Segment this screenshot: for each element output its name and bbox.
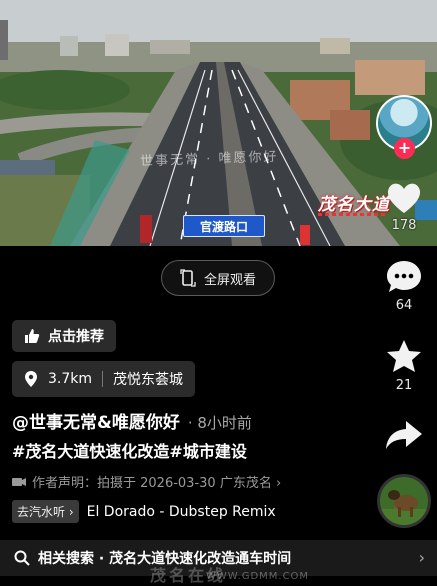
star-icon [387, 340, 421, 372]
music-title: El Dorado - Dubstep Remix [86, 503, 276, 520]
hashtags[interactable]: #茂名大道快速化改造#城市建设 [12, 438, 247, 462]
heart-icon [387, 183, 421, 213]
share-button[interactable] [380, 418, 428, 452]
chevron-right-icon: › [418, 548, 425, 567]
rotate-screen-icon [180, 269, 196, 287]
post-time: · 8小时前 [187, 414, 252, 432]
comment-button[interactable]: 64 [380, 258, 428, 313]
author-line: @世事无常&唯愿你好 · 8小时前 [12, 408, 252, 433]
fullscreen-button[interactable]: 全屏观看 [161, 260, 275, 296]
thumbs-up-icon [25, 329, 40, 343]
location-name: 茂悦东荟城 [113, 372, 184, 388]
search-icon [14, 550, 30, 566]
favorite-count: 21 [395, 378, 413, 393]
location-pin-icon [25, 371, 37, 387]
recommend-label: 点击推荐 [48, 329, 104, 345]
recommend-button[interactable]: 点击推荐 [12, 320, 116, 352]
follow-plus-icon[interactable]: + [394, 138, 415, 159]
like-count: 178 [391, 218, 417, 233]
comment-icon [387, 261, 421, 292]
comment-count: 64 [395, 298, 413, 313]
site-watermark-url: WWW.GDMM.COM [206, 571, 310, 582]
author-declaration[interactable]: 作者声明：拍摄于 2026-03-30 广东茂名 › [12, 472, 281, 491]
music-disc-avatar[interactable] [377, 474, 431, 528]
location-divider [102, 371, 104, 387]
fullscreen-label: 全屏观看 [203, 272, 256, 288]
declaration-icon [12, 477, 26, 486]
video-player[interactable]: 世事无常 · 唯愿你好 官渡路口 茂名大道 [0, 0, 437, 246]
share-arrow-icon [386, 421, 422, 449]
location-distance: 3.7km [48, 371, 93, 387]
dog-image [380, 490, 428, 525]
music-app-tag[interactable]: 去汽水听 › [12, 500, 79, 523]
music-row[interactable]: 去汽水听 › El Dorado - Dubstep Remix [12, 500, 276, 523]
declaration-text: 作者声明：拍摄于 2026-03-30 广东茂名 › [32, 476, 282, 491]
author-name[interactable]: @世事无常&唯愿你好 [12, 413, 180, 433]
like-button[interactable]: 178 [380, 180, 428, 233]
road-sign: 官渡路口 [183, 215, 265, 237]
favorite-button[interactable]: 21 [380, 338, 428, 393]
location-tag[interactable]: 3.7km 茂悦东荟城 [12, 361, 196, 397]
